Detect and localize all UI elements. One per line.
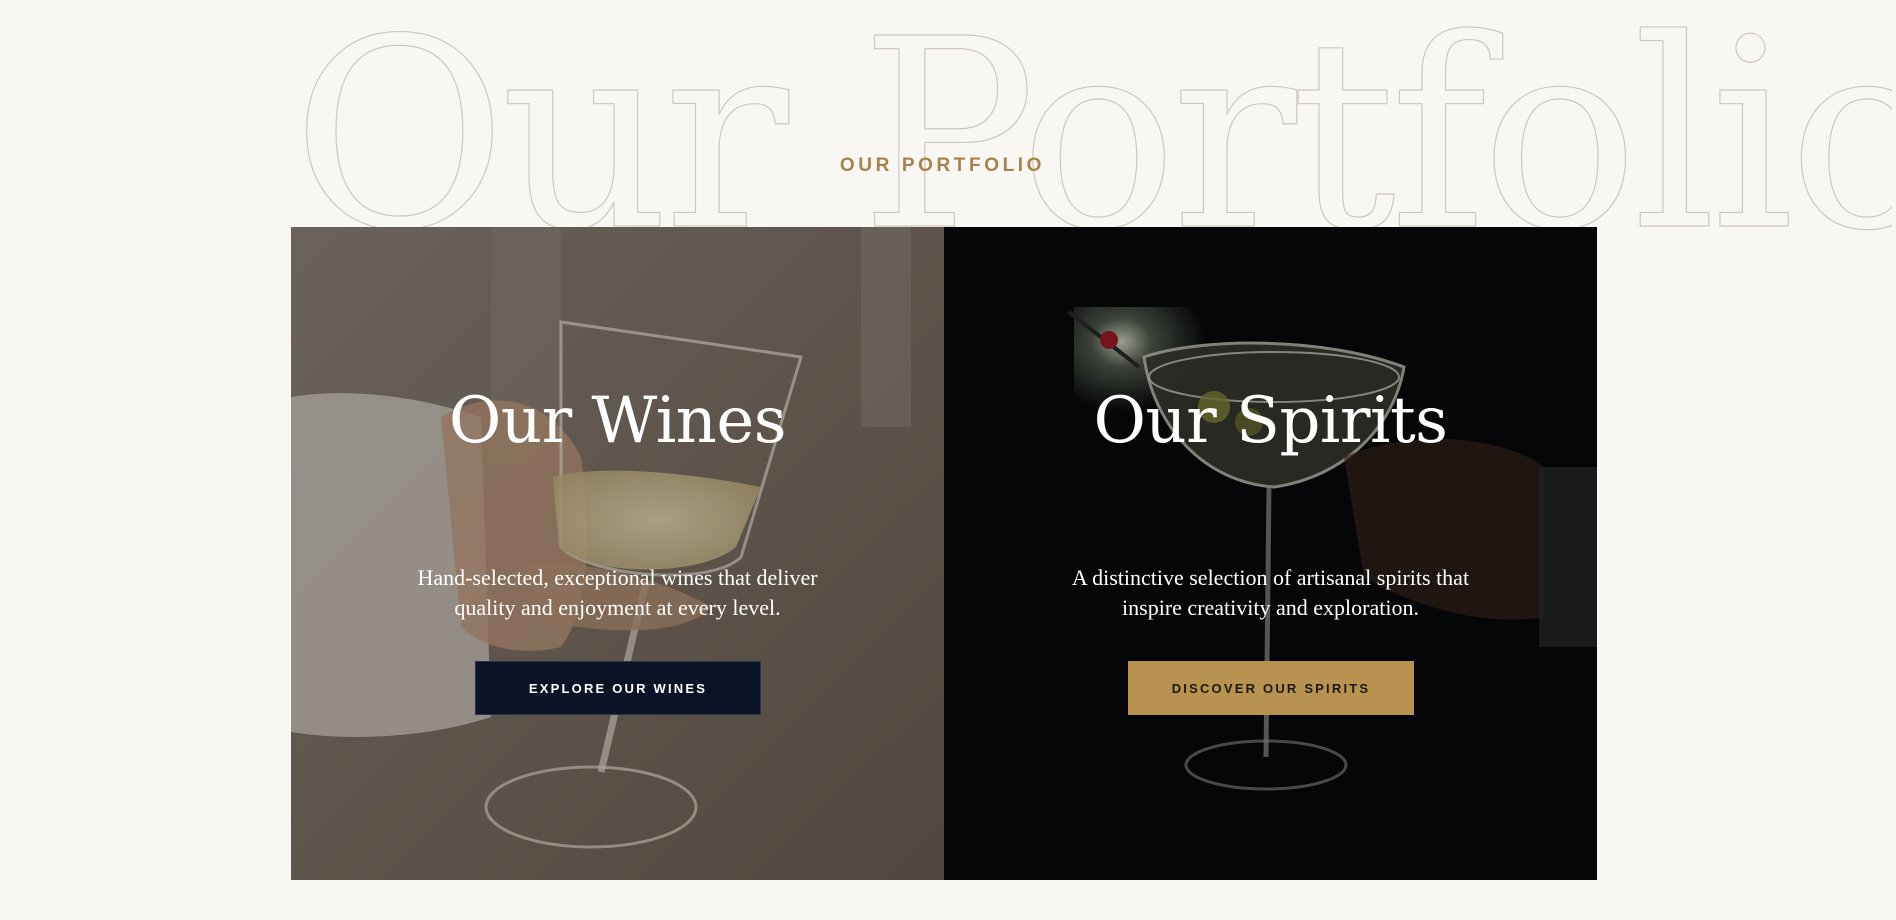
- spirits-panel: Our Spirits A distinctive selection of a…: [944, 227, 1597, 880]
- wines-description: Hand-selected, exceptional wines that de…: [417, 565, 818, 620]
- portfolio-panels: Our Wines Hand-selected, exceptional win…: [291, 227, 1597, 880]
- explore-wines-button[interactable]: EXPLORE OUR WINES: [475, 661, 761, 715]
- wines-content: Our Wines Hand-selected, exceptional win…: [291, 227, 944, 880]
- wines-heading: Our Wines: [448, 384, 787, 458]
- discover-spirits-button[interactable]: DISCOVER OUR SPIRITS: [1128, 661, 1414, 715]
- wines-panel: Our Wines Hand-selected, exceptional win…: [291, 227, 944, 880]
- background-outline-title: Our Portfolio: [292, 0, 1892, 240]
- spirits-content: Our Spirits A distinctive selection of a…: [944, 227, 1597, 880]
- spirits-description: A distinctive selection of artisanal spi…: [1071, 565, 1470, 620]
- background-outline-title-text: Our Portfolio: [292, 0, 1892, 240]
- spirits-heading: Our Spirits: [1093, 384, 1448, 458]
- section-eyebrow: OUR PORTFOLIO: [839, 155, 1046, 176]
